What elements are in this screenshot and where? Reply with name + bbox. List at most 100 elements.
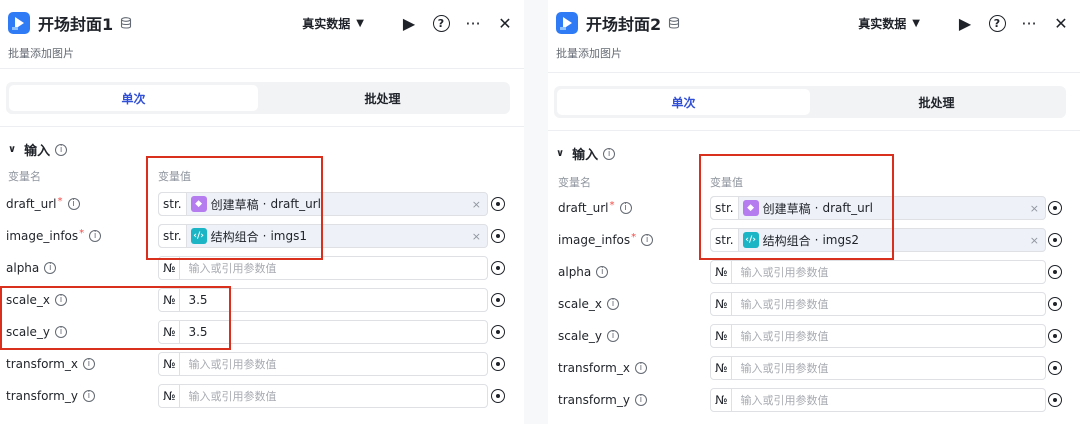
play-icon[interactable]: ▶ [956, 14, 974, 33]
reference-picker-icon[interactable] [1048, 329, 1062, 343]
ref-source: 结构组合 [762, 233, 811, 248]
more-icon[interactable]: ··· [1020, 14, 1038, 33]
param-row-image-infos: image_infos * i str. ‹/› 结构组合 · imgs2 × [548, 224, 1080, 256]
clear-icon[interactable]: × [472, 230, 481, 243]
param-value-field[interactable]: № 输入或引用参数值 [158, 256, 488, 280]
type-label: № [159, 321, 181, 343]
reference-picker-icon[interactable] [1048, 201, 1062, 215]
param-name: transform_x [558, 361, 630, 375]
tab-single[interactable]: 单次 [9, 85, 258, 111]
node-panel-2: 开场封面2 真实数据 ▼ ▶ ? ··· ✕ 批量添加图片 单次 批处理 ∨ 输… [548, 0, 1080, 424]
info-icon: i [619, 202, 632, 214]
divider [548, 130, 1080, 131]
info-icon: i [55, 143, 68, 156]
type-label: № [159, 257, 181, 279]
reference-picker-icon[interactable] [491, 389, 505, 403]
ref-source: 创建草稿 [762, 201, 811, 216]
info-icon: i [596, 266, 609, 278]
info-icon: i [607, 298, 620, 310]
param-value-field[interactable]: № 输入或引用参数值 [710, 292, 1046, 316]
cube-icon: ◆ [190, 196, 207, 212]
info-icon: i [607, 330, 620, 342]
more-icon[interactable]: ··· [464, 14, 482, 33]
info-icon: i [641, 234, 654, 246]
reference-picker-icon[interactable] [1048, 297, 1062, 311]
info-icon: i [82, 358, 95, 370]
play-icon[interactable]: ▶ [400, 14, 418, 33]
collapse-icon[interactable]: ∨ [8, 144, 16, 155]
help-icon[interactable]: ? [988, 14, 1006, 32]
param-value-field[interactable]: № 输入或引用参数值 [710, 388, 1046, 412]
reference-picker-icon[interactable] [491, 229, 505, 243]
reference-picker-icon[interactable] [491, 325, 505, 339]
info-icon: i [67, 198, 80, 210]
required-mark: * [57, 195, 63, 207]
param-value-field[interactable]: № 输入或引用参数值 [710, 260, 1046, 284]
reference-picker-icon[interactable] [1048, 233, 1062, 247]
input-section-header[interactable]: ∨ 输入 i [556, 144, 616, 163]
param-value: 3.5 [188, 293, 208, 307]
param-row-image-infos: image_infos * i str. ‹/› 结构组合 · imgs1 × [0, 220, 524, 252]
info-icon: i [603, 147, 616, 160]
param-value-field[interactable]: № 输入或引用参数值 [158, 384, 488, 408]
reference-picker-icon[interactable] [1048, 393, 1062, 407]
param-row-alpha: alpha i № 输入或引用参数值 [548, 256, 1080, 288]
reference-picker-icon[interactable] [491, 357, 505, 371]
param-value-field[interactable]: № 输入或引用参数值 [710, 324, 1046, 348]
section-title: 输入 [24, 144, 51, 159]
type-label: № [711, 293, 733, 315]
clear-icon[interactable]: × [472, 198, 481, 211]
required-mark: * [631, 231, 637, 243]
placeholder-text: 输入或引用参数值 [740, 394, 829, 407]
clear-icon[interactable]: × [1030, 234, 1039, 247]
reference-picker-icon[interactable] [491, 197, 505, 211]
ref-separator: · [814, 233, 819, 247]
panel-header: 开场封面2 真实数据 ▼ ▶ ? ··· ✕ [556, 8, 1070, 38]
param-name: transform_y [6, 389, 78, 403]
divider [548, 72, 1080, 73]
param-value-field[interactable]: str. ‹/› 结构组合 · imgs2 × [710, 228, 1046, 252]
tab-single[interactable]: 单次 [557, 89, 810, 115]
param-value-field[interactable]: str. ‹/› 结构组合 · imgs1 × [158, 224, 488, 248]
column-header-name: 变量名 [558, 176, 591, 189]
param-value-field[interactable]: str. ◆ 创建草稿 · draft_url × [158, 192, 488, 216]
close-icon[interactable]: ✕ [496, 14, 514, 33]
param-name: alpha [558, 265, 592, 279]
info-icon: i [55, 326, 68, 338]
reference-picker-icon[interactable] [491, 261, 505, 275]
tab-batch[interactable]: 批处理 [810, 89, 1063, 115]
info-icon: i [55, 294, 68, 306]
code-icon: ‹/› [190, 228, 207, 244]
panel-gap [524, 0, 548, 424]
chevron-down-icon[interactable]: ▼ [356, 18, 364, 29]
ref-separator: · [814, 201, 819, 215]
param-value-field[interactable]: № 3.5 [158, 320, 488, 344]
param-value-field[interactable]: № 3.5 [158, 288, 488, 312]
data-mode-select[interactable]: 真实数据 [302, 15, 350, 32]
param-value-field[interactable]: № 输入或引用参数值 [710, 356, 1046, 380]
reference-picker-icon[interactable] [491, 293, 505, 307]
clear-icon[interactable]: × [1030, 202, 1039, 215]
code-icon: ‹/› [742, 232, 759, 248]
reference-picker-icon[interactable] [1048, 361, 1062, 375]
input-section-header[interactable]: ∨ 输入 i [8, 140, 68, 159]
param-value-field[interactable]: str. ◆ 创建草稿 · draft_url × [710, 196, 1046, 220]
ref-field: imgs2 [822, 233, 859, 247]
help-icon[interactable]: ? [432, 14, 450, 32]
info-icon: i [634, 394, 647, 406]
database-icon [121, 17, 132, 29]
param-value-field[interactable]: № 输入或引用参数值 [158, 352, 488, 376]
placeholder-text: 输入或引用参数值 [740, 330, 829, 343]
type-label: str. [159, 193, 187, 215]
type-label: str. [711, 229, 739, 251]
close-icon[interactable]: ✕ [1052, 14, 1070, 33]
collapse-icon[interactable]: ∨ [556, 148, 564, 159]
param-row-scale-y: scale_y i № 3.5 [0, 316, 524, 348]
chevron-down-icon[interactable]: ▼ [912, 18, 920, 29]
required-mark: * [79, 227, 85, 239]
data-mode-select[interactable]: 真实数据 [858, 15, 906, 32]
reference-picker-icon[interactable] [1048, 265, 1062, 279]
tab-batch[interactable]: 批处理 [258, 85, 507, 111]
info-icon: i [634, 362, 647, 374]
param-name: draft_url [6, 197, 57, 211]
